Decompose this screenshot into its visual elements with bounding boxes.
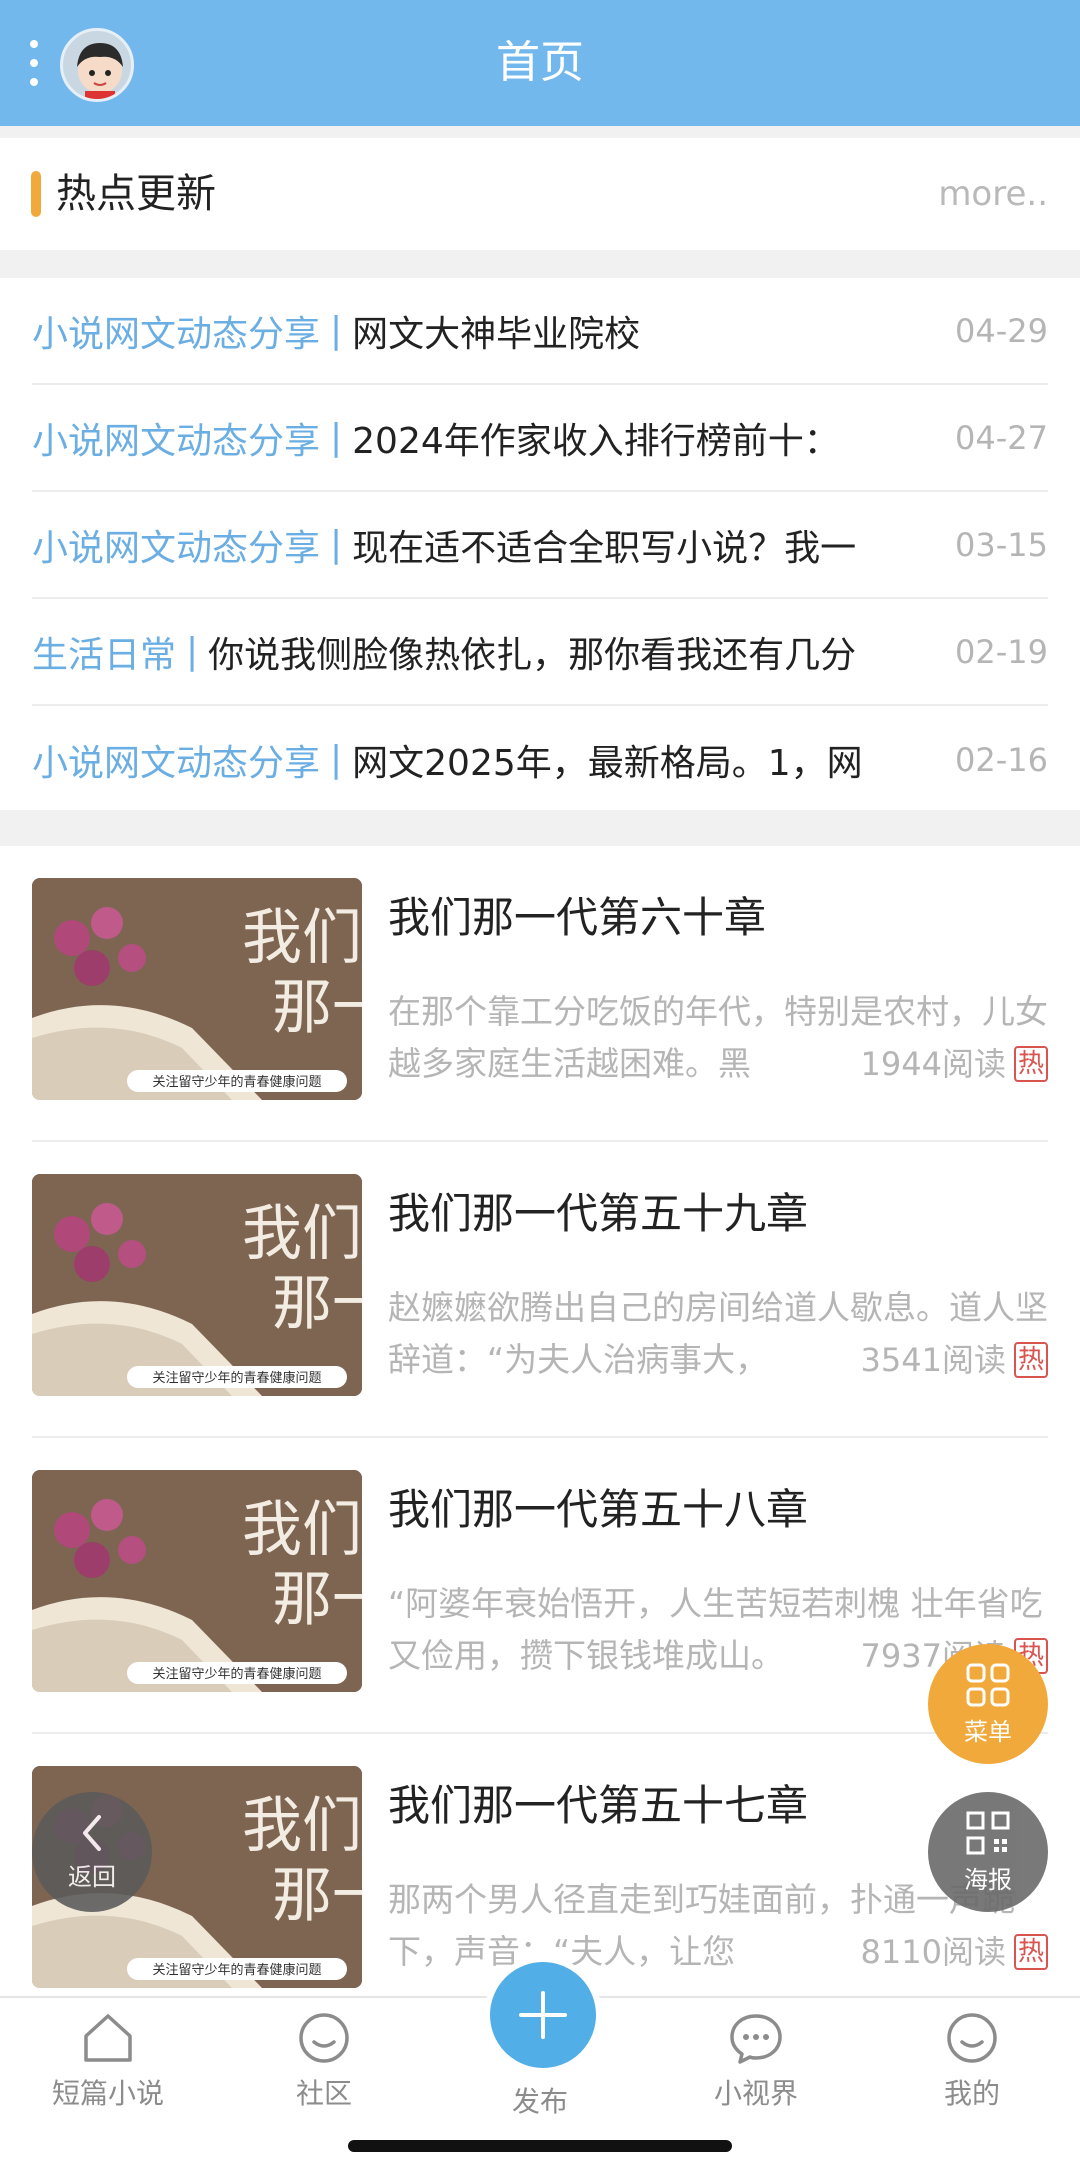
news-title: 网文2025年，最新格局。1，网	[352, 742, 863, 784]
hot-section-title: 热点更新	[56, 171, 216, 217]
thumb-caption: 关注留守少年的青春健康问题	[152, 1962, 321, 1978]
nav-short-novel[interactable]: 短篇小说	[28, 2010, 188, 2112]
chat-bubble-icon	[730, 2014, 782, 2064]
thumb-title-line1: 我们	[242, 1791, 362, 1861]
thumb-title-line1: 我们	[242, 1199, 362, 1269]
nav-label: 社区	[295, 2077, 352, 2110]
article-thumbnail: 我们 那一 关注留守少年的青春健康问题	[32, 1174, 362, 1396]
thumb-title-line2: 那一	[272, 1861, 362, 1931]
read-count: 8110阅读	[860, 1933, 1006, 1971]
chevron-left-icon	[83, 1814, 101, 1851]
news-title: 网文大神毕业院校	[352, 313, 641, 355]
nav-label: 小视界	[713, 2077, 798, 2110]
article-title: 我们那一代第六十章	[388, 893, 767, 942]
article-thumbnail: 我们 那一 关注留守少年的青春健康问题	[32, 878, 362, 1100]
thumb-caption: 关注留守少年的青春健康问题	[152, 1370, 321, 1386]
thumb-title-line2: 那一	[272, 973, 362, 1043]
thumb-caption: 关注留守少年的青春健康问题	[152, 1666, 321, 1682]
article-meta: 3541阅读 热	[840, 1334, 1048, 1386]
menu-label: 菜单	[964, 1717, 1012, 1746]
thumb-title-line2: 那一	[272, 1565, 362, 1635]
hot-badge: 热	[1013, 1934, 1048, 1970]
page-title: 首页	[496, 37, 584, 88]
news-title: 你说我侧脸像热依扎，那你看我还有几分	[208, 634, 857, 676]
news-category: 生活日常	[32, 634, 177, 676]
thumb-title-line1: 我们	[242, 1495, 362, 1565]
news-date: 02-19	[955, 632, 1048, 671]
top-bar: 首页	[0, 0, 1080, 126]
news-item[interactable]: 小说网文动态分享 | 2024年作家收入排行榜前十： 04-27	[32, 385, 1048, 492]
article-thumbnail: 我们 那一 关注留守少年的青春健康问题	[32, 1470, 362, 1692]
home-icon	[84, 2014, 132, 2062]
nav-label: 我的	[943, 2077, 1000, 2110]
news-date: 04-29	[955, 311, 1048, 350]
news-category: 小说网文动态分享	[32, 742, 321, 784]
smile-icon	[947, 2013, 997, 2063]
qr-code-icon	[966, 1811, 1010, 1854]
poster-label: 海报	[964, 1865, 1012, 1894]
article-title: 我们那一代第五十七章	[388, 1781, 809, 1830]
grid-icon	[966, 1663, 1010, 1706]
article-card[interactable]: 我们 那一 关注留守少年的青春健康问题 我们那一代第五十八章 “阿婆年衰始悟开，…	[32, 1438, 1048, 1734]
publish-button[interactable]	[484, 1956, 602, 2074]
plus-icon	[519, 1991, 567, 2039]
news-item[interactable]: 小说网文动态分享 | 现在适不适合全职写小说？我一 03-15	[32, 492, 1048, 599]
nav-label: 短篇小说	[51, 2077, 164, 2110]
section-accent-bar	[31, 171, 41, 217]
hot-badge: 热	[1013, 1046, 1048, 1082]
article-meta: 8110阅读 热	[840, 1926, 1048, 1978]
article-title: 我们那一代第五十九章	[388, 1189, 809, 1238]
news-title: 现在适不适合全职写小说？我一	[352, 527, 857, 569]
article-list: 我们 那一 关注留守少年的青春健康问题 我们那一代第六十章 在那个靠工分吃饭的年…	[0, 846, 1080, 1996]
article-meta: 1944阅读 热	[840, 1038, 1048, 1090]
menu-button[interactable]: 菜单	[928, 1644, 1048, 1764]
news-category: 小说网文动态分享	[32, 313, 321, 355]
publish-label: 发布	[511, 2085, 568, 2118]
news-category: 小说网文动态分享	[32, 420, 321, 462]
read-count: 1944阅读	[860, 1045, 1006, 1083]
news-category: 小说网文动态分享	[32, 527, 321, 569]
news-date: 04-27	[955, 418, 1048, 457]
article-card[interactable]: 我们 那一 关注留守少年的青春健康问题 我们那一代第六十章 在那个靠工分吃饭的年…	[32, 846, 1048, 1142]
news-item[interactable]: 小说网文动态分享 | 网文2025年，最新格局。1，网 02-16	[32, 706, 1048, 813]
back-button[interactable]: 返回	[32, 1792, 152, 1912]
thumb-title-line2: 那一	[272, 1269, 362, 1339]
article-title: 我们那一代第五十八章	[388, 1485, 809, 1534]
news-title: 2024年作家收入排行榜前十：	[352, 420, 840, 462]
hot-section-header: 热点更新 more..	[0, 138, 1080, 250]
smile-chat-icon	[299, 2013, 349, 2063]
article-card[interactable]: 我们 那一 关注留守少年的青春健康问题 我们那一代第五十九章 赵嬷嬷欲腾出自己的…	[32, 1142, 1048, 1438]
news-date: 03-15	[955, 525, 1048, 564]
home-indicator	[348, 2140, 732, 2152]
separator: |	[330, 739, 343, 780]
news-item[interactable]: 小说网文动态分享 | 网文大神毕业院校 04-29	[32, 278, 1048, 385]
nav-small-world[interactable]: 小视界	[676, 2010, 836, 2112]
separator: |	[330, 310, 343, 351]
nav-community[interactable]: 社区	[244, 2010, 404, 2112]
separator: |	[330, 417, 343, 458]
news-date: 02-16	[955, 740, 1048, 779]
nav-me[interactable]: 我的	[892, 2010, 1052, 2112]
thumb-title-line1: 我们	[242, 903, 362, 973]
read-count: 3541阅读	[860, 1341, 1006, 1379]
news-item[interactable]: 生活日常 | 你说我侧脸像热依扎，那你看我还有几分 02-19	[32, 599, 1048, 706]
hot-badge: 热	[1013, 1342, 1048, 1378]
hot-news-list: 小说网文动态分享 | 网文大神毕业院校 04-29 小说网文动态分享 | 2024年…	[0, 278, 1080, 810]
back-label: 返回	[68, 1862, 116, 1891]
poster-button[interactable]: 海报	[928, 1792, 1048, 1912]
more-link[interactable]: more..	[938, 138, 1048, 250]
thumb-caption: 关注留守少年的青春健康问题	[152, 1074, 321, 1090]
separator: |	[186, 631, 199, 672]
separator: |	[330, 524, 343, 565]
